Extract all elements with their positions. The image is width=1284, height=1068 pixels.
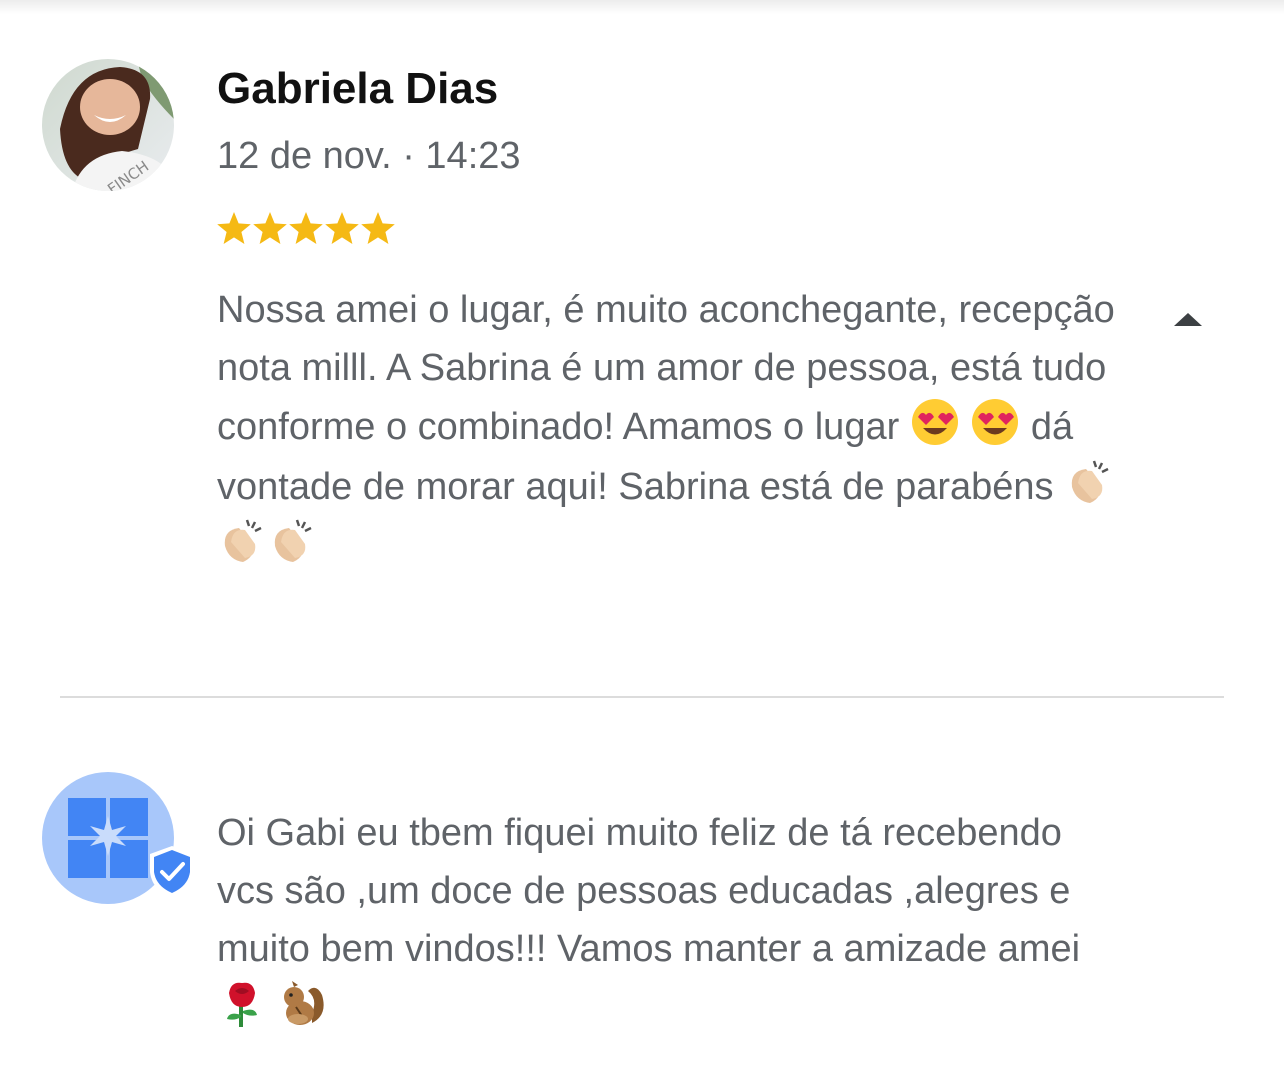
clapping-hands-emoji [1064, 457, 1114, 507]
review-date: 12 de nov. · 14:23 [217, 135, 521, 177]
clapping-hands-emoji [217, 516, 267, 566]
star-rating [216, 210, 396, 254]
reviewer-name[interactable]: Gabriela Dias [217, 62, 498, 116]
reviewer-avatar[interactable]: FINCH [42, 59, 174, 191]
reply-text-body: Oi Gabi eu tbem fiquei muito feliz de tá… [217, 812, 1081, 971]
star-icon [289, 212, 323, 244]
review-text: Nossa amei o lugar, é muito aconchegante… [217, 281, 1117, 575]
review-card: FINCH Gabriela Dias 12 de nov. · 14:23 N… [0, 0, 1284, 1068]
chipmunk-emoji [278, 979, 328, 1029]
owner-reply-text: Oi Gabi eu tbem fiquei muito feliz de tá… [217, 804, 1117, 1038]
collapse-arrow-icon[interactable] [1166, 304, 1210, 334]
heart-eyes-emoji [970, 397, 1020, 447]
rose-emoji [217, 979, 267, 1029]
top-shadow [0, 0, 1284, 14]
heart-eyes-emoji [910, 397, 960, 447]
star-icon [253, 212, 287, 244]
star-icon [361, 212, 395, 244]
clapping-hands-emoji [267, 516, 317, 566]
verified-badge-icon [150, 846, 194, 898]
star-icon [325, 212, 359, 244]
divider [60, 696, 1224, 698]
owner-avatar[interactable] [42, 772, 198, 904]
star-icon [217, 212, 251, 244]
